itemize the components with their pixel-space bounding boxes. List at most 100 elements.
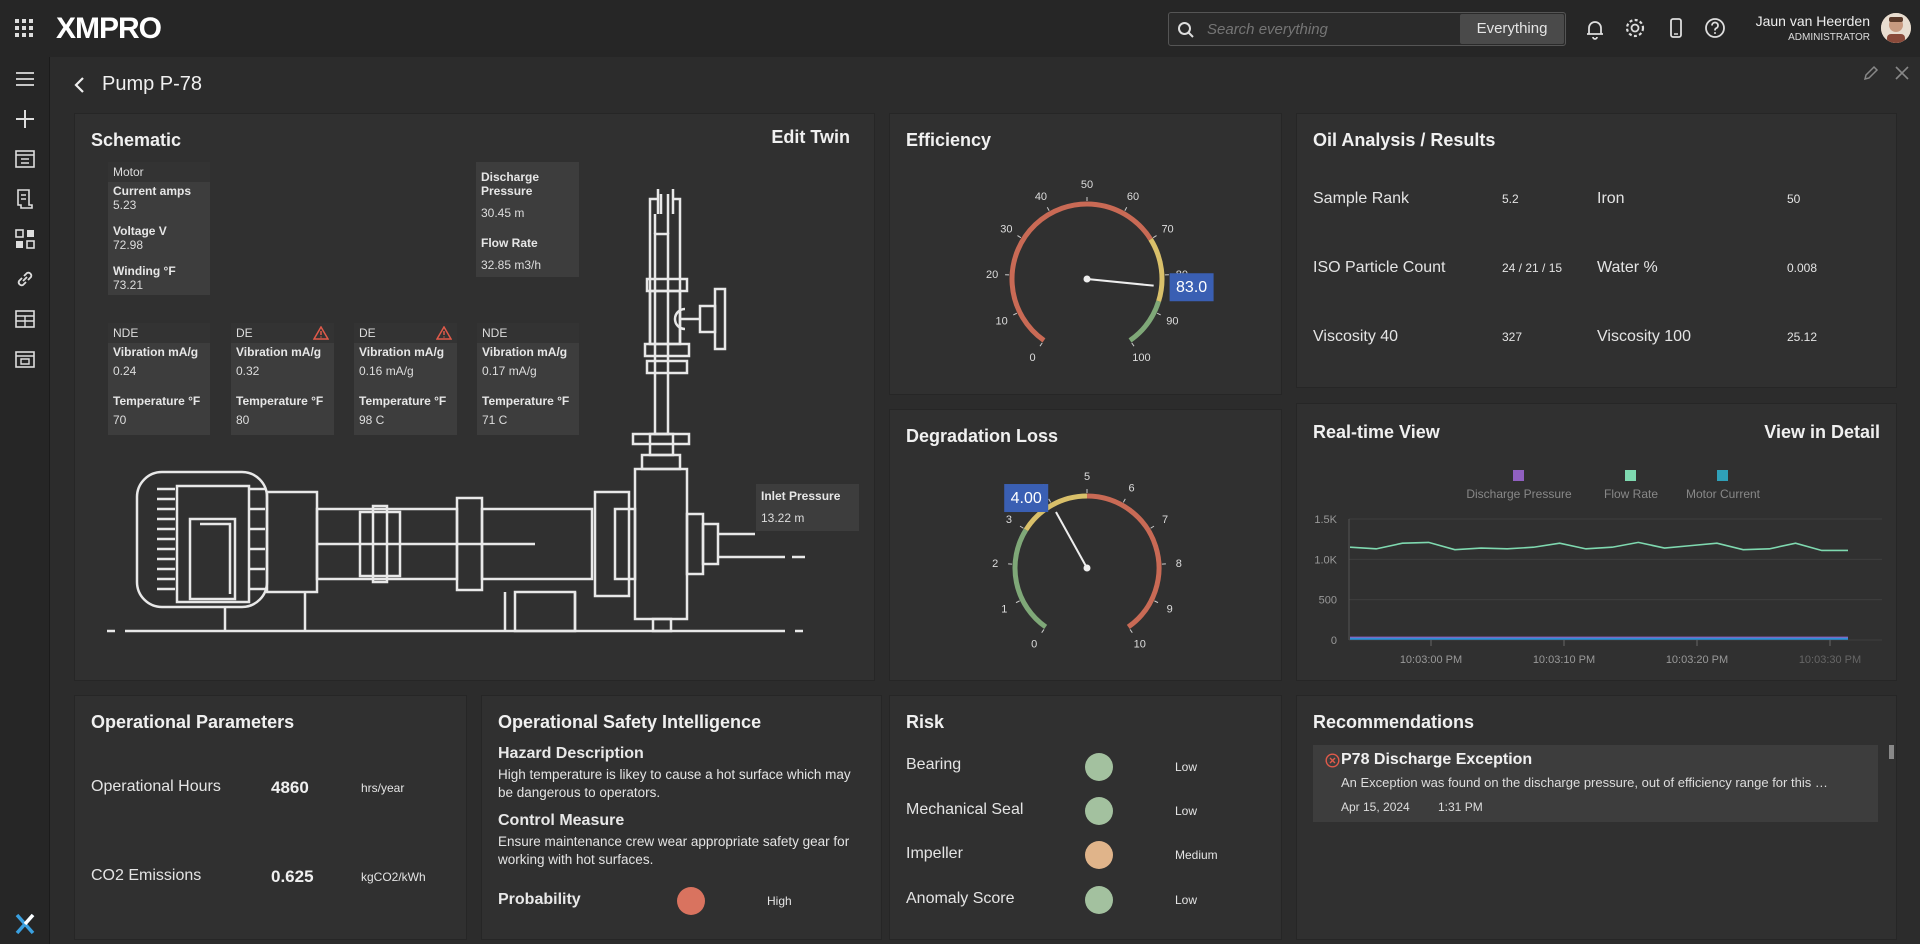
control-text: Ensure maintenance crew wear appropriate… [498,834,850,867]
oil-value: 25.12 [1787,330,1818,344]
safety-panel: Operational Safety Intelligence Hazard D… [481,695,882,940]
bell-icon[interactable] [1584,18,1606,40]
link-icon[interactable] [13,267,37,291]
gauge-band [1128,300,1161,343]
back-icon[interactable] [72,76,88,94]
motor-card-header: Motor [108,162,210,182]
plus-icon[interactable] [13,107,37,131]
gauge-tick-label: 60 [1127,191,1139,203]
temperature-value: 80 [236,413,250,427]
recommendation-item[interactable]: P78 Discharge Exception An Exception was… [1313,745,1878,822]
y-tick-label: 1.5K [1314,514,1337,526]
gauge-tick [1150,525,1155,529]
hazard-text: High temperature is likey to cause a hot… [498,767,851,800]
logo[interactable]: XMPRO [56,12,162,46]
gauge-tick [1154,600,1159,604]
motor-card: Motor Current amps 5.23 Voltage V 72.98 Wi… [108,162,210,295]
temperature-label: Temperature °F [236,394,324,408]
discharge-pressure-label: Discharge Pressure [481,170,540,198]
gauge-tick-label: 8 [1176,558,1182,570]
gauge-tick-label: 7 [1162,514,1168,526]
close-icon[interactable] [1894,65,1910,81]
risk-dot [1085,841,1113,869]
degradation-panel: Degradation Loss 0123456789104.00 [889,409,1282,681]
gauge-tick [1131,342,1135,347]
risk-label: Impeller [906,845,963,862]
legend-swatch [1625,470,1636,481]
gauge-tick-label: 9 [1167,603,1173,615]
x-tick-label: 10:03:20 PM [1666,654,1728,666]
gauge-tick-label: 0 [1031,638,1037,650]
dashboard-icon[interactable] [13,147,37,171]
gauge-tick-label: 100 [1132,352,1150,364]
oil-value: 24 / 21 / 15 [1502,261,1563,275]
legend-label: Discharge Pressure [1466,487,1572,501]
gear-icon[interactable] [1624,17,1646,39]
gauge-tick [1048,498,1052,503]
help-icon[interactable] [1704,17,1726,39]
inlet-pressure-label: Inlet Pressure [761,489,841,503]
bearing-card-de-1: DE Vibration mA/g 0.32 Temperature °F 80 [231,323,334,435]
sidebar [0,57,50,944]
motor-current-label: Current amps [113,184,192,198]
risk-value: Low [1175,893,1198,907]
warning-icon [436,326,452,340]
vibration-value: 0.24 [113,364,137,378]
table-icon[interactable] [13,307,37,331]
document-icon[interactable] [13,187,37,211]
risk-title: Risk [906,712,945,732]
series-line-flow-rate [1349,541,1848,552]
gauge-tick-label: 10 [1134,638,1146,650]
op-value: 0.625 [271,867,314,886]
search-input[interactable] [1207,17,1417,41]
edit-icon[interactable] [1862,64,1880,82]
search-box[interactable]: Everything [1168,12,1566,46]
temperature-value: 71 C [482,413,508,427]
recommendations-title: Recommendations [1313,712,1475,732]
avatar[interactable] [1881,13,1911,43]
gauge-hub [1083,564,1091,572]
motor-winding-value: 73.21 [113,278,144,292]
scrollbar[interactable] [1889,745,1894,759]
gauge-tick [1122,498,1126,503]
discharge-pressure-value: 30.45 m [481,206,525,220]
risk-label: Mechanical Seal [906,801,1024,818]
gauge-tick [1039,342,1043,347]
gauge-tick-label: 50 [1081,179,1093,191]
search-scope-button[interactable]: Everything [1460,14,1564,44]
operational-panel: Operational Parameters Operational Hours… [74,695,467,940]
legend-swatch [1513,470,1524,481]
apps-icon[interactable] [13,227,37,251]
safety-title: Operational Safety Intelligence [498,712,762,732]
bearing-card-nde-1: NDE Vibration mA/g 0.24 Temperature °F 70 [108,323,210,435]
top-bar: XMPRO Everything Jaun van Heerden ADMINI… [0,0,1920,57]
gauge-tick-label: 20 [986,269,998,281]
user-role: ADMINISTRATOR [1788,32,1870,43]
xmpro-logo-icon [13,912,37,936]
inlet-pressure-value: 13.22 m [761,511,805,525]
op-label: CO2 Emissions [91,867,202,884]
mobile-icon[interactable] [1665,17,1687,39]
recommendation-date: Apr 15, 2024 [1341,800,1410,814]
vibration-label: Vibration mA/g [236,345,322,359]
gauge-value: 83.0 [1176,279,1207,296]
risk-value: Low [1175,804,1198,818]
calendar-icon[interactable] [13,347,37,371]
gauge-tick-label: 2 [992,558,998,570]
warning-icon [313,326,329,340]
oil-value: 5.2 [1502,192,1519,206]
gauge-tick [1017,235,1022,239]
menu-icon[interactable] [13,67,37,91]
motor-voltage-value: 72.98 [113,238,144,252]
gauge-band [1148,237,1165,303]
gauge-tick-label: 90 [1166,316,1178,328]
oil-label: Viscosity 100 [1597,328,1691,345]
user-name[interactable]: Jaun van Heerden [1756,13,1870,29]
app-grid-icon[interactable] [14,18,34,38]
vibration-value: 0.16 mA/g [359,364,414,378]
efficiency-panel: Efficiency 010203040506070809010083.0 [889,113,1282,395]
oil-value: 0.008 [1787,261,1818,275]
realtime-panel: Real-time View View in Detail Discharge … [1296,403,1897,681]
degradation-gauge: 0123456789104.00 [992,471,1182,650]
gauge-tick [1013,312,1018,316]
